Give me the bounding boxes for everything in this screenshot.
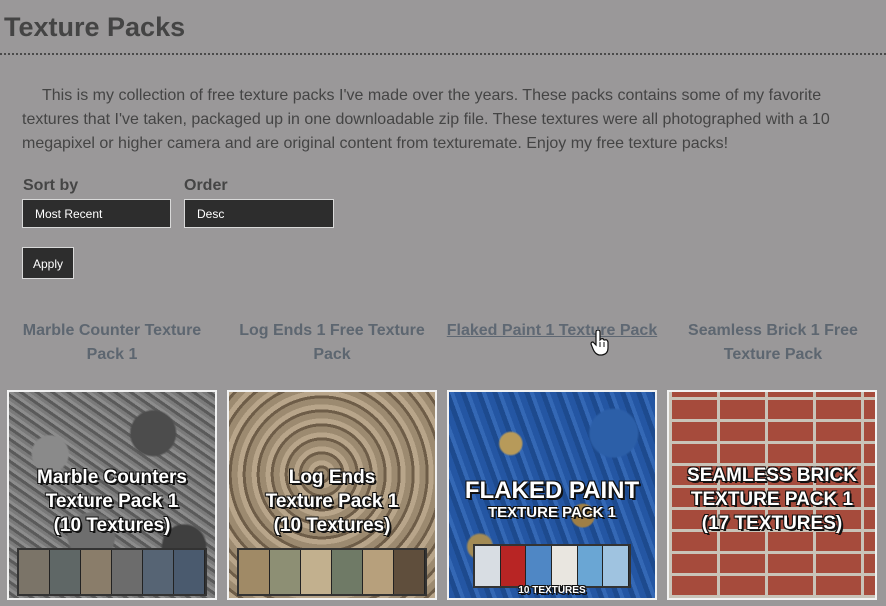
thumb-line: SEAMLESS BRICK	[687, 465, 857, 486]
thumb-line: FLAKED PAINT	[464, 477, 640, 504]
pack-thumbnail-log-ends[interactable]: Log Ends Texture Pack 1 (10 Textures)	[227, 390, 437, 600]
hand-pointer-icon	[590, 330, 609, 356]
pack-thumbnail-seamless-brick[interactable]: SEAMLESS BRICK TEXTURE PACK 1 (17 TEXTUR…	[667, 390, 877, 600]
intro-paragraph: This is my collection of free texture pa…	[22, 87, 830, 152]
thumb-line: Marble Counters	[37, 467, 187, 488]
thumb-line: Texture Pack 1	[45, 491, 179, 512]
pack-title-seamless-brick[interactable]: Seamless Brick 1 Free Texture Pack	[663, 319, 883, 367]
pack-title-marble[interactable]: Marble Counter Texture Pack 1	[2, 319, 222, 367]
page-title: Texture Packs	[4, 12, 186, 42]
order-select[interactable]: Desc	[184, 199, 334, 228]
apply-button[interactable]: Apply	[22, 247, 74, 279]
thumb-line: (10 Textures)	[273, 515, 391, 536]
thumb-line: TEXTURE PACK 1	[690, 489, 854, 510]
thumb-footer: 10 TEXTURES	[518, 585, 586, 596]
thumb-line: Log Ends	[288, 467, 376, 488]
pack-thumbnail-marble[interactable]: Marble Counters Texture Pack 1 (10 Textu…	[7, 390, 217, 600]
order-label: Order	[184, 177, 228, 194]
thumb-line: Texture Pack 1	[265, 491, 399, 512]
thumb-line: (17 TEXTURES)	[701, 513, 843, 534]
pack-thumbnail-flaked-paint[interactable]: FLAKED PAINT TEXTURE PACK 1 10 TEXTURES	[447, 390, 657, 600]
title-divider	[0, 53, 886, 55]
sort-by-label: Sort by	[23, 177, 79, 194]
swatch-strip	[237, 548, 427, 596]
sort-by-select[interactable]: Most Recent	[22, 199, 171, 228]
pack-title-flaked-paint[interactable]: Flaked Paint 1 Texture Pack	[442, 319, 662, 343]
swatch-strip	[473, 544, 631, 588]
swatch-strip	[17, 548, 207, 596]
thumb-line: (10 Textures)	[53, 515, 171, 536]
pack-title-log-ends[interactable]: Log Ends 1 Free Texture Pack	[222, 319, 442, 367]
thumb-line: TEXTURE PACK 1	[487, 504, 617, 521]
